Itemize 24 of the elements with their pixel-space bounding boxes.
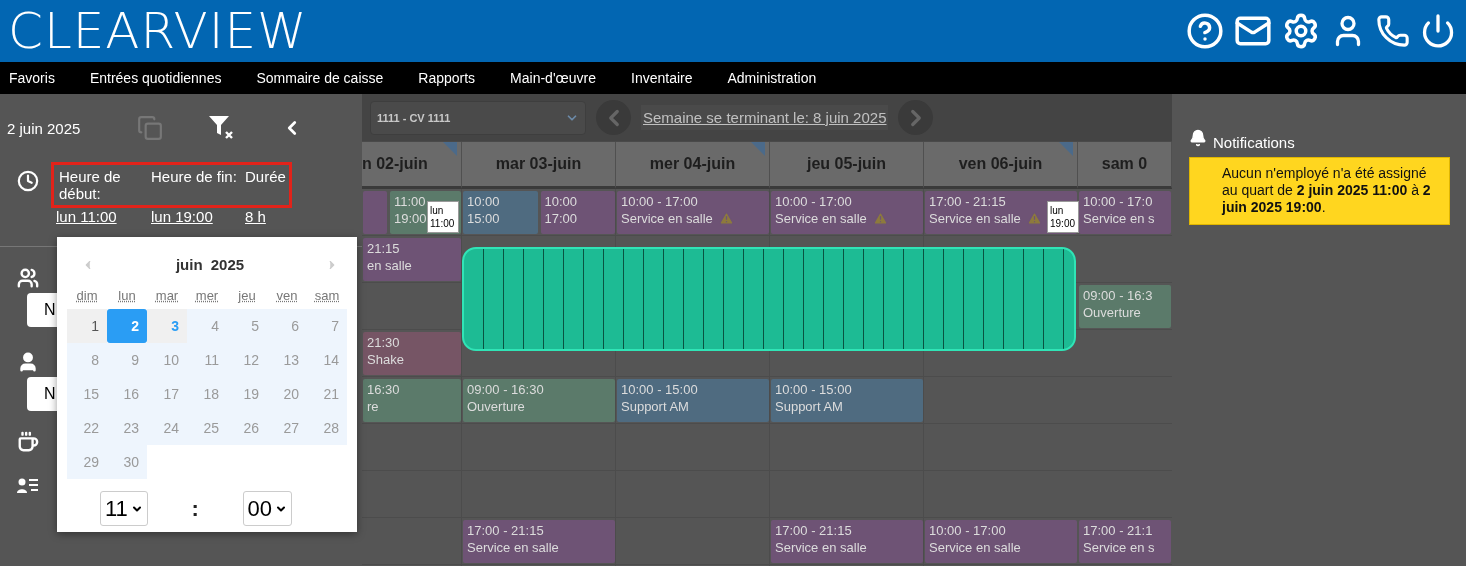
time-label: Durée bbox=[245, 168, 287, 187]
weekday-label: sam bbox=[313, 288, 341, 305]
time-separator: : bbox=[191, 495, 199, 522]
weekday-label: jeu bbox=[237, 288, 257, 305]
weekday-label: dim bbox=[75, 288, 99, 305]
day-header: mer 04-juin bbox=[616, 142, 770, 189]
time-label: Heure de début: bbox=[59, 168, 122, 202]
month-title: juin 2025 bbox=[175, 256, 245, 273]
notifications-title: Notifications bbox=[1213, 134, 1295, 151]
day-header: ven 06-juin bbox=[924, 142, 1078, 189]
weekday-label: mar bbox=[154, 288, 180, 305]
end-tooltip: lun 19:00 bbox=[1047, 201, 1079, 233]
weekday-label: mer bbox=[194, 288, 220, 305]
logo: CLEARVIEW bbox=[8, 2, 308, 60]
day-header: n 02-juin bbox=[362, 142, 462, 189]
weekday-label: lun bbox=[117, 288, 137, 305]
day-header: mar 03-juin bbox=[462, 142, 616, 189]
day-header: jeu 05-juin bbox=[770, 142, 924, 189]
weekday-label: ven bbox=[275, 288, 299, 305]
time-label: Heure de fin: bbox=[151, 168, 238, 187]
date-label: 2 juin 2025 bbox=[7, 119, 82, 137]
notification-message: Aucun n'employé n'a été assigné au quart de 2 juin 2025 11:00 à 2 juin 2025 19:00. bbox=[1189, 157, 1450, 225]
start-tooltip: lun 11:00 bbox=[427, 201, 459, 233]
day-header: sam 0 bbox=[1078, 142, 1172, 189]
